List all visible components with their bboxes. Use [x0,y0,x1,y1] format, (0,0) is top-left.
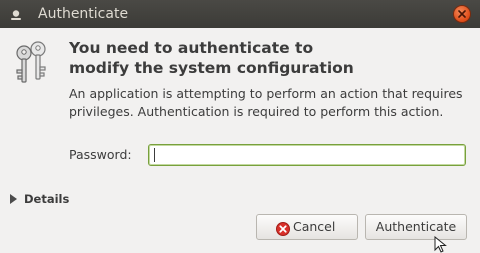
dialog-message: An application is attempting to perform … [69,86,463,119]
heading-line-1: You need to authenticate to [69,39,314,57]
details-label: Details [24,192,70,206]
title-bar[interactable]: Authenticate [0,0,480,28]
window-title: Authenticate [38,6,129,22]
authenticate-button-label: Authenticate [375,219,457,234]
cancel-button[interactable]: Cancel [256,214,358,240]
close-icon [458,10,466,18]
authenticate-button[interactable]: Authenticate [365,214,467,240]
mouse-pointer-icon [434,235,448,253]
window-menu-icon[interactable] [9,7,23,21]
close-button[interactable] [454,6,470,22]
authenticate-dialog: Authenticate You need to authenticate to… [0,0,480,253]
password-input[interactable] [148,144,466,166]
dialog-heading: You need to authenticate to modify the s… [69,38,469,78]
heading-line-2: modify the system configuration [69,59,354,77]
cancel-icon [276,220,290,236]
keys-icon [14,40,52,84]
password-label: Password: [69,147,132,162]
expander-triangle-icon [10,194,17,204]
text-caret [154,148,155,162]
cancel-button-label: Cancel [293,219,336,234]
